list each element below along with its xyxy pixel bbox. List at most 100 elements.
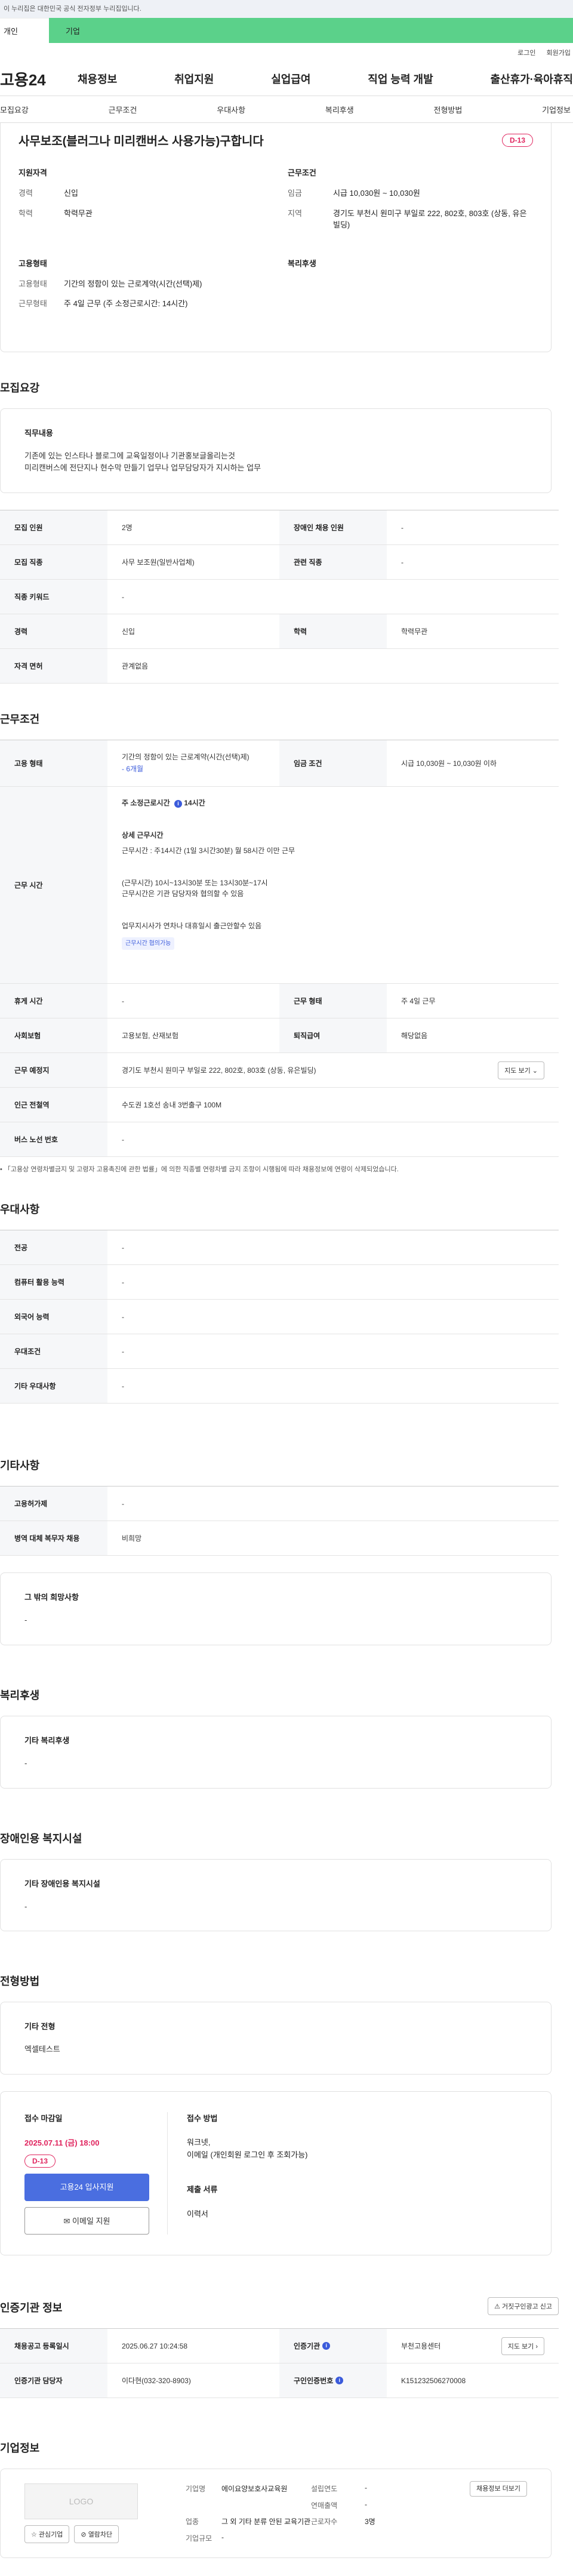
- table-value: 해당없음: [401, 1032, 428, 1041]
- table-value: 경기도 부천시 원미구 부일로 222, 802호, 803호 (상동, 유은빌…: [107, 1053, 559, 1087]
- alert-icon: ⚠: [494, 2303, 502, 2311]
- hours-line: 업무지시사가 연차나 대휴일시 출근안할수 있음: [122, 922, 262, 931]
- table-key-label: 인증기관: [294, 2342, 321, 2351]
- hours-detail: 근무시간 : 주14시간 (1일 3시간30분) 월 58시간 이만 근무: [122, 847, 295, 855]
- table-value: 주 소정근로시간 i 14시간 상세 근무시간 근무시간 : 주14시간 (1일…: [107, 787, 559, 983]
- table-key: 임금 조건: [279, 740, 387, 787]
- table-row: 근무 예정지 경기도 부천시 원미구 부일로 222, 802호, 803호 (…: [0, 1053, 559, 1088]
- info-value: -: [221, 2532, 224, 2541]
- table-key: 우대조건: [0, 1334, 107, 1369]
- chevron-right-icon: ›: [535, 2343, 538, 2350]
- table-value: -: [122, 1499, 124, 1508]
- company-logo-area: LOGO ☆ 관심기업 ⊘ 열람차단: [24, 2483, 138, 2544]
- table-row: 모집 인원 2명 장애인 채용 인원 -: [0, 510, 559, 546]
- duty-box: 직무내용 기존에 있는 인스타나 블로그에 교육일정이나 기관홍보글올리는것 미…: [0, 408, 552, 494]
- tab-person[interactable]: 개인: [0, 18, 49, 43]
- section-title-company: 기업정보: [0, 2442, 40, 2455]
- table-value: 시급 10,030원 ~ 10,030원 이하: [401, 759, 497, 768]
- summary-heading: 복리후생: [288, 258, 316, 268]
- block-label: 열람차단: [88, 2531, 113, 2539]
- dday-badge: D-13: [501, 133, 533, 147]
- section-title-screening: 전형방법: [0, 1975, 40, 1988]
- work-table: 고용 형태 기간의 정함이 있는 근로계약(시간(선택)제) - 6개월 임금 …: [0, 740, 559, 1158]
- section-title-prefer: 우대사항: [0, 1204, 40, 1216]
- section-title-welfare: 복리후생: [0, 1689, 40, 1701]
- star-icon: ☆: [31, 2531, 39, 2539]
- lnb-screening[interactable]: 전형방법: [434, 104, 463, 115]
- table-key: 근무 형태: [279, 984, 387, 1018]
- section-title-disabled: 장애인용 복지시설: [0, 1832, 82, 1845]
- global-nav: 고용24 채용정보 취업지원 실업급여 직업 능력 개발 출산휴가·육아휴직: [0, 62, 573, 96]
- gnb-item-benefit[interactable]: 실업급여: [271, 71, 310, 87]
- info-key: 설립연도: [311, 2485, 338, 2494]
- docs-value: 이력서: [187, 2209, 208, 2218]
- summary-qualification: 지원자격 경력 신입 학력 학력무관: [19, 167, 264, 239]
- lnb-welfare[interactable]: 복리후생: [325, 104, 354, 115]
- table-value: 신입: [122, 627, 135, 636]
- tab-company[interactable]: 기업: [49, 18, 573, 43]
- gnb-item-support[interactable]: 취업지원: [174, 71, 214, 87]
- table-key: 인증기관 담당자: [0, 2363, 107, 2398]
- table-value: 기간의 정함이 있는 근로계약(시간(선택)제) - 6개월: [107, 740, 279, 786]
- summary-key: 근무형태: [19, 299, 47, 308]
- gnb-item-training[interactable]: 직업 능력 개발: [368, 71, 433, 87]
- map-button[interactable]: 지도 보기 ⌄: [498, 1061, 544, 1079]
- summary-key: 고용형태: [19, 279, 47, 288]
- apply-button[interactable]: 고용24 입사지원: [24, 2174, 149, 2202]
- info-icon[interactable]: i: [335, 2377, 344, 2385]
- section-title-agency: 인증기관 정보: [0, 2302, 63, 2315]
- info-key: 기업규모: [186, 2534, 212, 2543]
- table-value: -: [122, 1278, 124, 1287]
- block-view-button[interactable]: ⊘ 열람차단: [74, 2525, 119, 2544]
- employment-type: 기간의 정함이 있는 근로계약(시간(선택)제): [122, 753, 249, 762]
- table-key: 인증기관 i: [279, 2329, 387, 2363]
- agency-map-button[interactable]: 지도 보기 ›: [501, 2337, 544, 2355]
- join-link[interactable]: 회원가입: [547, 48, 571, 57]
- box-heading: 그 밖의 희망사항: [24, 1593, 79, 1602]
- table-value: 관계없음: [122, 662, 149, 671]
- report-button-label: 거짓구인광고 신고: [501, 2303, 552, 2311]
- email-apply-button[interactable]: ✉ 이메일 지원: [24, 2207, 149, 2235]
- gnb-item-leave[interactable]: 출산휴가·육아휴직: [491, 71, 573, 87]
- company-card: LOGO ☆ 관심기업 ⊘ 열람차단 기업명 에이요양보호사교육원 설립연도 -…: [0, 2469, 552, 2559]
- table-key: 경력: [0, 614, 107, 649]
- method-line: 워크넷,: [187, 2138, 211, 2147]
- table-key: 전공: [0, 1230, 107, 1265]
- summary-condition: 근무조건 임금 시급 10,030원 ~ 10,030원 지역 경기도 부천시 원미…: [288, 167, 533, 239]
- disabled-box: 기타 장애인용 복지시설 -: [0, 1858, 552, 1932]
- info-icon[interactable]: i: [322, 2342, 331, 2350]
- table-row: 근무 시간 주 소정근로시간 i 14시간 상세 근무시간 근무시간 : 주14…: [0, 787, 559, 984]
- table-value: -: [122, 592, 124, 601]
- info-icon[interactable]: i: [174, 800, 182, 808]
- email-apply-label: 이메일 지원: [72, 2217, 110, 2226]
- brand-logo[interactable]: 고용24: [0, 68, 72, 90]
- table-key: 인근 전철역: [0, 1088, 107, 1122]
- section-title-etc: 기타사항: [0, 1460, 40, 1472]
- summary-employment: 고용형태 고용형태 기간의 정함이 있는 근로계약(시간(선택)제) 근무형태 주 …: [19, 257, 264, 318]
- etc-table: 고용허가제 - 병역 대체 복무자 채용 비희망: [0, 1486, 559, 1556]
- lnb-company[interactable]: 기업정보: [542, 104, 571, 115]
- table-key: 외국어 능력: [0, 1300, 107, 1334]
- screening-box: 기타 전형 엑셀테스트: [0, 2002, 552, 2075]
- table-value: 2025.06.27 10:24:58: [122, 2341, 188, 2350]
- table-row: 직종 키워드 -: [0, 580, 559, 615]
- table-key: 사회보험: [0, 1018, 107, 1053]
- info-value: 그 외 기타 분류 안된 교육기관: [221, 2517, 311, 2526]
- summary-value: 기간의 정함이 있는 근로계약(시간(선택)제): [64, 279, 202, 288]
- report-button[interactable]: ⚠ 거짓구인광고 신고: [488, 2297, 559, 2316]
- company-jobs-button[interactable]: 채용정보 더보기: [470, 2481, 527, 2497]
- lnb-recruit[interactable]: 모집요강: [0, 104, 29, 115]
- favorite-company-button[interactable]: ☆ 관심기업: [24, 2525, 70, 2544]
- summary-heading: 고용형태: [19, 258, 47, 268]
- lnb-work[interactable]: 근무조건: [109, 104, 137, 115]
- recruit-table: 모집 인원 2명 장애인 채용 인원 - 모집 직종 사무 보조원(일반사업체)…: [0, 510, 559, 684]
- box-value: -: [24, 1758, 27, 1768]
- login-link[interactable]: 로그인: [517, 48, 535, 57]
- apply-panel: 접수 마감일 2025.07.11 (금) 18:00 D-13 고용24 입사…: [0, 2091, 552, 2256]
- lnb-prefer[interactable]: 우대사항: [217, 104, 245, 115]
- table-row: 고용허가제 -: [0, 1486, 559, 1522]
- table-value: 부천고용센터 지도 보기 ›: [387, 2329, 559, 2363]
- table-row: 버스 노선 번호 -: [0, 1122, 559, 1158]
- gnb-item-jobs[interactable]: 채용정보: [78, 71, 117, 87]
- table-value: -: [122, 996, 124, 1005]
